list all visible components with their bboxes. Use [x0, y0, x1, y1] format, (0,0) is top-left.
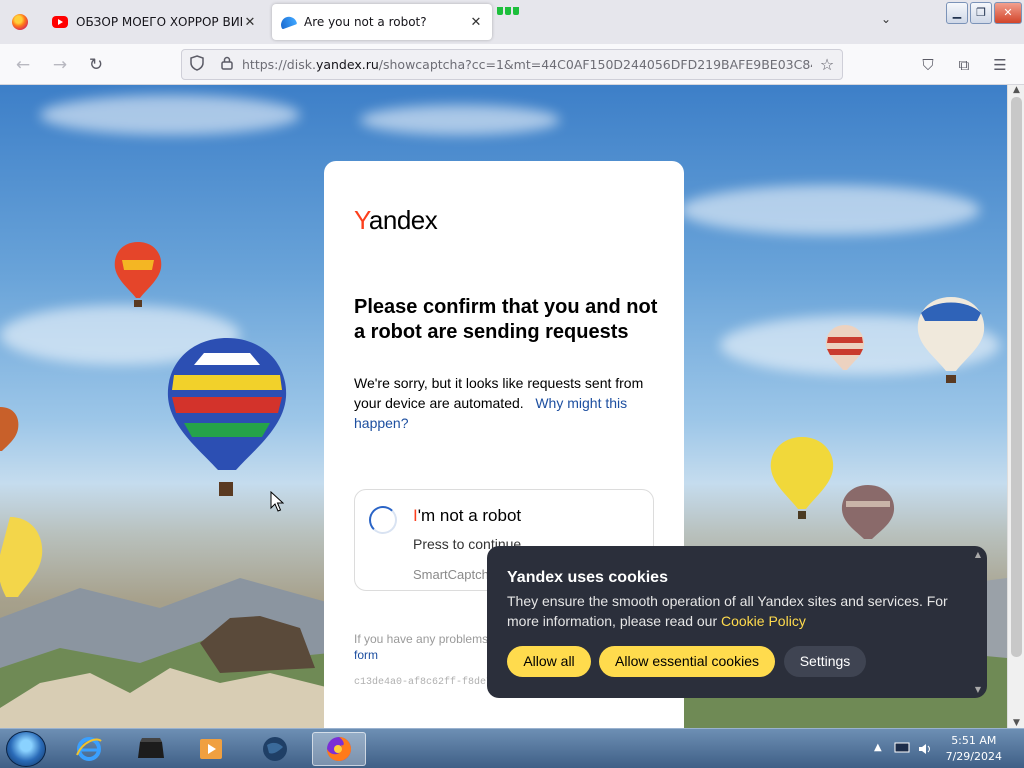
globe-icon[interactable]: [252, 732, 298, 766]
cookie-banner: Yandex uses cookies They ensure the smoo…: [487, 546, 987, 698]
hot-air-balloon: [167, 338, 287, 496]
request-id: c13de4a0-af8c62ff-f8de75: [354, 677, 499, 688]
checkbox-title: I'm not a robot: [413, 506, 522, 525]
forward-button[interactable]: →: [47, 52, 73, 78]
cookie-title: Yandex uses cookies: [507, 569, 668, 586]
navigation-bar: ← → ↻ https://disk.yandex.ru/showcaptcha…: [0, 44, 1024, 85]
cookie-scrollbar[interactable]: ▲ ▼: [973, 550, 983, 694]
cookie-text: They ensure the smooth operation of all …: [507, 593, 948, 629]
tracking-protection-icon[interactable]: [182, 54, 212, 75]
chevron-down-icon[interactable]: ▼: [973, 685, 983, 694]
address-bar[interactable]: https://disk.yandex.ru/showcaptcha?cc=1&…: [181, 49, 843, 80]
tab-title: Are you not a robot?: [304, 15, 427, 29]
firefox-taskbar-icon[interactable]: [312, 732, 366, 766]
pocket-icon[interactable]: ⛉: [915, 52, 941, 78]
url-text: https://disk.yandex.ru/showcaptcha?cc=1&…: [242, 57, 812, 72]
system-clock[interactable]: 5:51 AM 7/29/2024: [946, 733, 1002, 765]
taskbar: ▲ 5:51 AM 7/29/2024: [0, 728, 1024, 768]
tab-title: ОБЗОР МОЕГО ХОРРОР ВИРУ: [76, 15, 242, 29]
hot-air-balloon: [917, 297, 985, 383]
mouse-cursor-icon: [270, 491, 284, 512]
loading-spinner-icon: [369, 506, 397, 534]
close-tab-icon[interactable]: ✕: [242, 15, 258, 30]
feedback-form-link[interactable]: form: [354, 648, 378, 662]
yandex-disk-icon: [278, 14, 298, 30]
page-scrollbar[interactable]: ▲ ▼: [1007, 85, 1024, 728]
cookie-policy-link[interactable]: Cookie Policy: [721, 613, 806, 629]
scroll-down-icon[interactable]: ▼: [1008, 718, 1024, 728]
media-player-icon[interactable]: [188, 732, 234, 766]
back-button[interactable]: ←: [10, 52, 36, 78]
volume-icon[interactable]: [918, 742, 932, 759]
show-hidden-icons-icon[interactable]: ▲: [874, 742, 882, 753]
cloud: [680, 185, 980, 235]
captcha-description: We're sorry, but it looks like requests …: [354, 375, 644, 431]
scroll-up-icon[interactable]: ▲: [1008, 85, 1024, 95]
close-tab-icon[interactable]: ✕: [468, 15, 484, 30]
close-window-button[interactable]: ✕: [994, 2, 1022, 24]
hot-air-balloon: [770, 437, 834, 519]
tab-captcha[interactable]: Are you not a robot? ✕: [272, 4, 492, 40]
cloud: [40, 95, 300, 135]
internet-explorer-icon[interactable]: [66, 732, 112, 766]
menu-icon[interactable]: ☰: [987, 52, 1013, 78]
start-button[interactable]: [6, 731, 46, 767]
system-tray: ▲ 5:51 AM 7/29/2024: [864, 729, 1024, 768]
firefox-icon: [12, 14, 28, 30]
tab-youtube[interactable]: ОБЗОР МОЕГО ХОРРОР ВИРУ ✕: [44, 4, 266, 40]
reload-button[interactable]: ↻: [83, 52, 109, 78]
clock-date: 7/29/2024: [945, 750, 1002, 763]
network-icon[interactable]: [894, 742, 910, 757]
yandex-logo[interactable]: Yandex: [354, 205, 438, 236]
cloud: [360, 105, 560, 135]
extensions-icon[interactable]: ⧉: [951, 52, 977, 78]
hot-air-balloon: [0, 407, 19, 451]
cookie-settings-button[interactable]: Settings: [784, 646, 866, 677]
hot-air-balloon: [114, 242, 162, 307]
minimize-button[interactable]: ▁: [946, 2, 968, 24]
hot-air-balloon: [841, 485, 895, 539]
allow-essential-cookies-button[interactable]: Allow essential cookies: [599, 646, 775, 677]
page-title: Please confirm that you and not a robot …: [354, 296, 658, 343]
allow-all-button[interactable]: Allow all: [507, 646, 591, 677]
restore-button[interactable]: ❐: [970, 2, 992, 24]
chevron-up-icon[interactable]: ▲: [973, 550, 983, 559]
lock-icon[interactable]: [212, 56, 242, 74]
hot-air-balloon: [0, 517, 43, 597]
recording-indicator-icon: [497, 0, 527, 16]
bookmark-star-icon[interactable]: ☆: [812, 55, 842, 74]
smartcaptcha-brand: SmartCaptcha: [413, 567, 497, 582]
firefox-view-button[interactable]: [6, 9, 34, 35]
tab-strip: ОБЗОР МОЕГО ХОРРОР ВИРУ ✕ Are you not a …: [0, 0, 1024, 44]
hot-air-balloon: [825, 325, 865, 370]
list-all-tabs-button[interactable]: ⌄: [876, 12, 896, 32]
clock-time: 5:51 AM: [951, 734, 997, 747]
scroll-thumb[interactable]: [1011, 97, 1022, 657]
app-icon[interactable]: [128, 732, 174, 766]
window-controls: ▁ ❐ ✕: [944, 2, 1022, 24]
youtube-icon: [52, 14, 68, 30]
